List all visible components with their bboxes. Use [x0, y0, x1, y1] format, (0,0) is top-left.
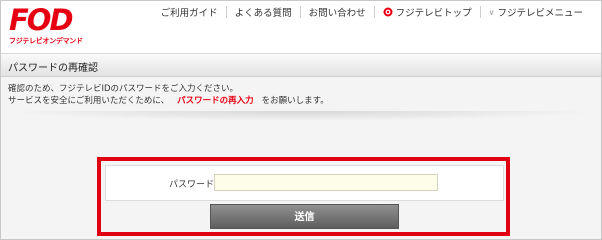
chevron-down-icon: ∨: [488, 7, 495, 17]
instruction-line-2-post: をお願いします。: [261, 96, 329, 106]
nav-contact-label: お問い合わせ: [308, 8, 366, 19]
instruction-line-1: 確認のため、フジテレビIDのパスワードをご入力ください。: [8, 84, 239, 94]
logo-main-text: FOD: [9, 3, 74, 37]
nav-fujitv-top-link[interactable]: フジテレビトップ: [373, 6, 480, 19]
logo-sub-text: フジテレビオンデマンド: [9, 37, 83, 45]
site-header: FOD フジテレビオンデマンド ご利用ガイド よくある質問 お問い合わせ フジテ…: [1, 1, 601, 53]
nav-contact-link[interactable]: お問い合わせ: [299, 6, 374, 19]
nav-faq-label: よくある質問: [234, 8, 292, 19]
instruction-line-2: サービスを安全にご利用いただくために、 パスワードの再入力 をお願いします。: [8, 95, 329, 107]
instructions: 確認のため、フジテレビIDのパスワードをご入力ください。 サービスを安全にご利用…: [8, 83, 329, 107]
nav-fujitv-top-label: フジテレビトップ: [395, 8, 472, 19]
page-title: パスワードの再確認: [8, 63, 98, 74]
nav-fujitv-menu-link[interactable]: ∨ フジテレビメニュー: [479, 6, 591, 19]
page-frame: FOD フジテレビオンデマンド ご利用ガイド よくある質問 お問い合わせ フジテ…: [0, 0, 602, 240]
nav-guide-link[interactable]: ご利用ガイド: [153, 6, 226, 19]
fod-logo[interactable]: FOD フジテレビオンデマンド: [9, 5, 85, 49]
nav-fujitv-menu-label: フジテレビメニュー: [497, 8, 583, 19]
page-title-bar: パスワードの再確認: [1, 53, 601, 77]
instruction-emphasis: パスワードの再入力: [177, 96, 254, 106]
divider-shadow: [1, 111, 601, 121]
nav-guide-label: ご利用ガイド: [160, 8, 218, 19]
nav-faq-link[interactable]: よくある質問: [225, 6, 300, 19]
highlight-annotation-box: [97, 157, 510, 236]
instruction-line-2-pre: サービスを安全にご利用いただくために、: [8, 96, 170, 106]
top-nav: ご利用ガイド よくある質問 お問い合わせ フジテレビトップ ∨ フジテレビメニュ…: [153, 4, 591, 20]
eye-icon: [383, 7, 393, 17]
